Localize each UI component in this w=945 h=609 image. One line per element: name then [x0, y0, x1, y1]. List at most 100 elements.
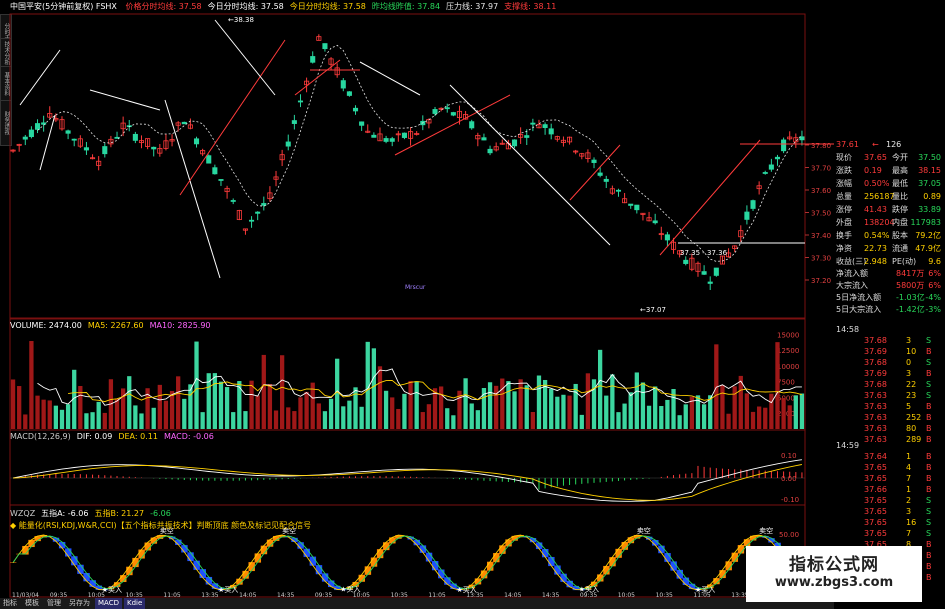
- volume-bar: [359, 406, 364, 429]
- macd-tick-label: 0.10: [781, 452, 797, 460]
- volume-item-1: MA5: 2267.60: [87, 321, 144, 330]
- candle-body: [255, 211, 261, 214]
- quote-label: 外盘: [836, 218, 852, 227]
- volume-bar: [224, 387, 230, 429]
- bottom-tab-0[interactable]: 指标: [0, 598, 20, 609]
- candle-body: [597, 172, 603, 176]
- candle-body: [744, 211, 750, 220]
- wizqz-item-0: WZQZ: [10, 509, 36, 518]
- tick-side: B: [926, 474, 932, 483]
- volume-tick-label: 7500: [777, 379, 795, 387]
- candle-body: [291, 120, 297, 124]
- volume-bar: [616, 412, 621, 429]
- tick-volume: 4: [906, 463, 912, 472]
- volume-bar: [151, 407, 156, 429]
- flow-value: 8417万: [896, 269, 925, 278]
- tick-price: 37.63: [864, 413, 887, 422]
- tick-price: 37.65: [864, 463, 887, 472]
- price-tick-label: 37.20: [811, 277, 831, 285]
- tick-side: B: [926, 424, 932, 433]
- candle-body: [481, 137, 487, 141]
- candle-body: [444, 107, 450, 110]
- volume-bar: [775, 342, 780, 429]
- tick-side: S: [926, 507, 932, 516]
- volume-bar: [567, 395, 572, 429]
- macd-item-0: MACD(12,26,9): [10, 432, 71, 441]
- quote-value: 138204: [864, 218, 895, 227]
- volume-bar: [53, 405, 59, 429]
- volume-bar: [243, 411, 248, 429]
- volume-bar: [763, 407, 768, 429]
- volume-bar: [127, 376, 132, 429]
- bottom-tab-1[interactable]: 模板: [22, 598, 42, 609]
- wizqz-line-a: [12, 534, 803, 591]
- flow-pct: 6%: [928, 281, 941, 290]
- volume-bar: [683, 404, 688, 429]
- volume-bar: [261, 354, 266, 429]
- wizqz-band: [554, 565, 561, 575]
- volume-bar: [59, 409, 65, 429]
- quote-value: 79.2亿: [915, 231, 941, 240]
- volume-bar: [438, 386, 444, 429]
- quote-value: 41.43: [864, 205, 887, 214]
- volume-bar: [610, 374, 615, 429]
- candle-body: [212, 167, 218, 175]
- quote-label: 最低: [892, 179, 908, 188]
- volume-bar: [65, 404, 71, 429]
- tick-list-1[interactable]: 14:58 37.68 3 S 37.69 10 B 37.68 0 S 37.69 3 B 37.68 2…: [834, 324, 945, 445]
- volume-bar: [561, 394, 566, 429]
- bottom-tab-4[interactable]: MACD: [95, 598, 122, 609]
- wizqz-band: [560, 573, 567, 582]
- wizqz-item-1: 五指A: -6.06: [41, 509, 89, 518]
- candle-body: [297, 100, 304, 103]
- volume-bar: [10, 379, 16, 429]
- flow-value: 5800万: [896, 281, 925, 290]
- price-tick-label: 37.30: [811, 255, 831, 263]
- candle-body: [768, 164, 774, 170]
- candle-body: [542, 124, 548, 128]
- flow-pct: -3%: [925, 305, 941, 314]
- quote-value: 33.89: [918, 205, 941, 214]
- volume-bar: [677, 415, 682, 429]
- bottom-tab-3[interactable]: 另存为: [66, 598, 93, 609]
- wizqz-band: [664, 553, 671, 562]
- tick-row: 37.65 2 S: [834, 495, 945, 506]
- quote-label: 收益(三): [836, 257, 867, 266]
- tick-side: B: [926, 452, 932, 461]
- watermark-url: www.zbgs3.com: [774, 575, 894, 590]
- volume-bar: [267, 383, 273, 429]
- volume-bar: [555, 396, 560, 429]
- volume-bar: [536, 375, 542, 429]
- volume-bar: [622, 403, 627, 429]
- volume-bar: [744, 393, 750, 429]
- range-label: 37.35 - 37.36: [680, 249, 728, 257]
- quote-row: 外盘 138204 内盘 117983: [834, 216, 945, 229]
- high-label: ←38.38: [228, 16, 254, 24]
- trend-line: [449, 84, 611, 246]
- candle-body: [781, 139, 787, 152]
- flow-pct: -4%: [925, 293, 941, 302]
- bottom-tab-5[interactable]: Kdie: [123, 598, 146, 609]
- bottom-tab-bar: 指标 模板 管理 另存为 MACD Kdie: [0, 598, 834, 609]
- flow-row: 5日净流入额 -1.03亿 -4%: [834, 292, 945, 304]
- volume-bar: [292, 411, 297, 429]
- tick-row: 37.69 3 B: [834, 368, 945, 379]
- volume-bar: [432, 388, 438, 429]
- tick-row: 37.68 0 S: [834, 357, 945, 368]
- tick-time: 14:59: [834, 440, 945, 451]
- wizqz-band: [321, 573, 329, 582]
- bottom-tab-2[interactable]: 管理: [44, 598, 64, 609]
- candle-body: [664, 234, 670, 241]
- tick-volume: 80: [906, 424, 917, 433]
- volume-bar: [414, 381, 419, 429]
- volume-bar: [200, 412, 205, 429]
- flow-value: -1.42亿: [896, 305, 925, 314]
- volume-bar: [84, 413, 89, 429]
- tick-price: 37.65: [864, 507, 887, 516]
- volume-bar: [396, 408, 401, 429]
- buy-signal-label: ★买入: [218, 586, 238, 594]
- volume-bar: [114, 398, 120, 429]
- volume-bar: [530, 411, 536, 429]
- wizqz-band: [566, 580, 573, 588]
- candle-body: [346, 91, 352, 96]
